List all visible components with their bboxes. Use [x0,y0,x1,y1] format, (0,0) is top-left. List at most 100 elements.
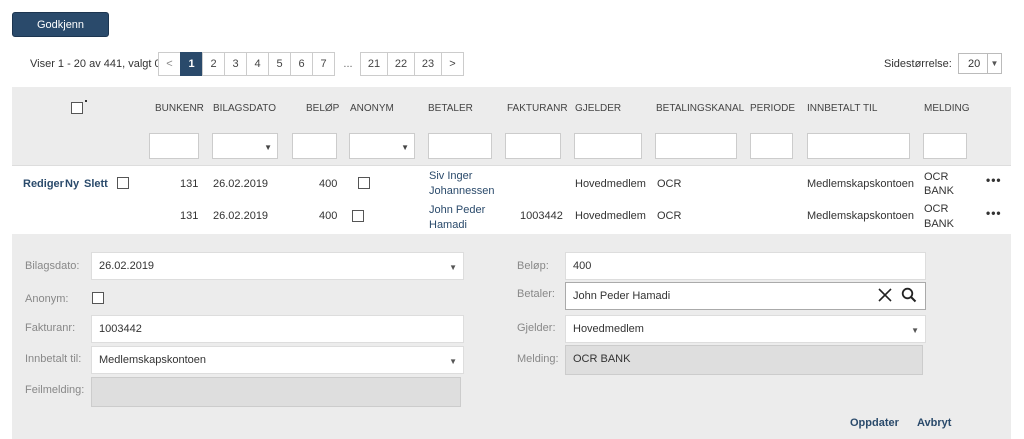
chevron-down-icon: ▼ [401,143,409,152]
page-button-7[interactable]: 7 [312,52,335,76]
cell-bunkenr: 131 [180,178,199,190]
filter-fakturanr-input[interactable] [505,133,561,159]
fakturanr-field[interactable]: 1003442 [91,315,464,343]
table-row[interactable]: Rediger Ny Slett 131 26.02.2019 400 Siv … [12,167,1011,201]
belop-field[interactable]: 400 [565,252,926,280]
filter-betaler-input[interactable] [428,133,492,159]
filter-bilagsdato-select[interactable]: ▼ [212,133,278,159]
cell-bunkenr: 131 [180,210,199,222]
fakturanr-value: 1003442 [99,323,142,335]
betaler-label: Betaler: [517,288,555,300]
column-header-betaler[interactable]: BETALER [428,103,473,114]
page-button-1[interactable]: 1 [180,52,203,76]
cell-bilagsdato: 26.02.2019 [213,178,269,190]
cell-gjelder: Hovedmedlem [575,210,646,222]
search-icon[interactable] [901,287,917,303]
chevron-down-icon[interactable]: ▼ [987,54,1001,73]
innbetalt-til-label: Innbetalt til: [25,353,82,365]
page-size-select[interactable]: 20 ▼ [958,53,1002,74]
chevron-down-icon: ▼ [911,326,919,335]
next-page-button[interactable]: > [441,52,464,76]
cancel-button[interactable]: Avbryt [917,417,951,429]
cell-gjelder: Hovedmedlem [575,178,646,190]
cell-betalingskanal: OCR [657,178,682,190]
page-button-22[interactable]: 22 [387,52,415,76]
pagination-summary: Viser 1 - 20 av 441, valgt 0 [30,58,161,70]
bilagsdato-label: Bilagsdato: [25,260,80,272]
close-icon[interactable] [877,287,893,303]
cell-betaler-line1[interactable]: Siv Inger [429,169,472,183]
more-icon[interactable]: ••• [986,206,1002,220]
filter-belop-input[interactable] [292,133,337,159]
gjelder-select[interactable]: Hovedmedlem ▼ [565,315,926,343]
column-header-melding[interactable]: MELDING [924,103,970,114]
gjelder-value: Hovedmedlem [573,323,644,335]
cell-innbetalt-til: Medlemskapskontoen [807,178,915,190]
feilmelding-label: Feilmelding: [25,384,85,396]
page-size-label: Sidestørrelse: [884,58,952,70]
delete-link[interactable]: Slett [84,177,108,191]
page-button-23[interactable]: 23 [414,52,442,76]
edit-link[interactable]: Rediger [23,177,64,191]
edit-form: Bilagsdato: 26.02.2019 ▼ Anonym: Faktura… [12,234,1011,439]
filter-anonym-select[interactable]: ▼ [349,133,415,159]
cell-betaler-line1[interactable]: John Peder [429,203,485,217]
grid-header: BUNKENR BILAGSDATO BELØP ANONYM BETALER … [12,87,1011,128]
filter-gjelder-input[interactable] [574,133,642,159]
update-button[interactable]: Oppdater [850,417,899,429]
cell-melding-line1: OCR [924,171,949,183]
melding-field: OCR BANK [565,345,923,375]
belop-value: 400 [573,260,592,272]
column-header-innbetalt-til[interactable]: INNBETALT TIL [807,103,877,114]
column-header-betalingskanal[interactable]: BETALINGSKANAL [656,103,744,114]
column-header-periode[interactable]: PERIODE [750,103,795,114]
melding-value: OCR BANK [573,353,631,365]
filter-betalingskanal-input[interactable] [655,133,737,159]
betaler-field[interactable]: John Peder Hamadi [565,282,926,310]
table-row[interactable]: 131 26.02.2019 400 John Peder Hamadi 100… [12,201,1011,235]
anonym-checkbox[interactable] [92,292,104,304]
filter-innbetalt-til-input[interactable] [807,133,910,159]
anonym-label: Anonym: [25,293,69,305]
column-header-bilagsdato[interactable]: BILAGSDATO [213,103,276,114]
select-all-checkbox[interactable] [71,102,83,114]
required-dot [85,100,87,102]
page-button-6[interactable]: 6 [290,52,313,76]
prev-page-button[interactable]: < [158,52,181,76]
column-header-fakturanr[interactable]: FAKTURANR [507,103,568,114]
page-button-21[interactable]: 21 [360,52,388,76]
column-header-bunkenr[interactable]: BUNKENR [155,103,204,114]
column-header-belop[interactable]: BELØP [306,103,339,114]
filter-periode-input[interactable] [750,133,793,159]
cell-betaler-line2[interactable]: Hamadi [429,218,467,232]
new-link[interactable]: Ny [65,177,79,191]
cell-belop: 400 [319,178,338,190]
cell-betaler-line2[interactable]: Johannessen [429,184,494,198]
filter-bunkenr-input[interactable] [149,133,199,159]
approve-button[interactable]: Godkjenn [12,12,109,37]
cell-betalingskanal: OCR [657,210,682,222]
feilmelding-field [91,377,461,407]
page-button-3[interactable]: 3 [224,52,247,76]
page-button-5[interactable]: 5 [268,52,291,76]
more-icon[interactable]: ••• [986,173,1002,187]
anonym-checkbox[interactable] [358,177,370,189]
belop-label: Beløp: [517,260,549,272]
bilagsdato-value: 26.02.2019 [99,260,155,272]
innbetalt-til-select[interactable]: Medlemskapskontoen ▼ [91,346,464,374]
cell-melding-line2: BANK [924,185,954,197]
row-select-checkbox[interactable] [117,177,129,189]
cell-bilagsdato: 26.02.2019 [213,210,269,222]
page-button-4[interactable]: 4 [246,52,269,76]
bilagsdato-select[interactable]: 26.02.2019 ▼ [91,252,464,280]
page-button-2[interactable]: 2 [202,52,225,76]
column-header-anonym[interactable]: ANONYM [350,103,394,114]
anonym-checkbox[interactable] [352,210,364,222]
filter-melding-input[interactable] [923,133,967,159]
cell-fakturanr: 1003442 [520,210,563,222]
cell-melding-line1: OCR [924,203,949,215]
cell-belop: 400 [319,210,338,222]
grid-filter-row: ▼ ▼ [12,128,1011,166]
column-header-gjelder[interactable]: GJELDER [575,103,621,114]
chevron-down-icon: ▼ [449,357,457,366]
